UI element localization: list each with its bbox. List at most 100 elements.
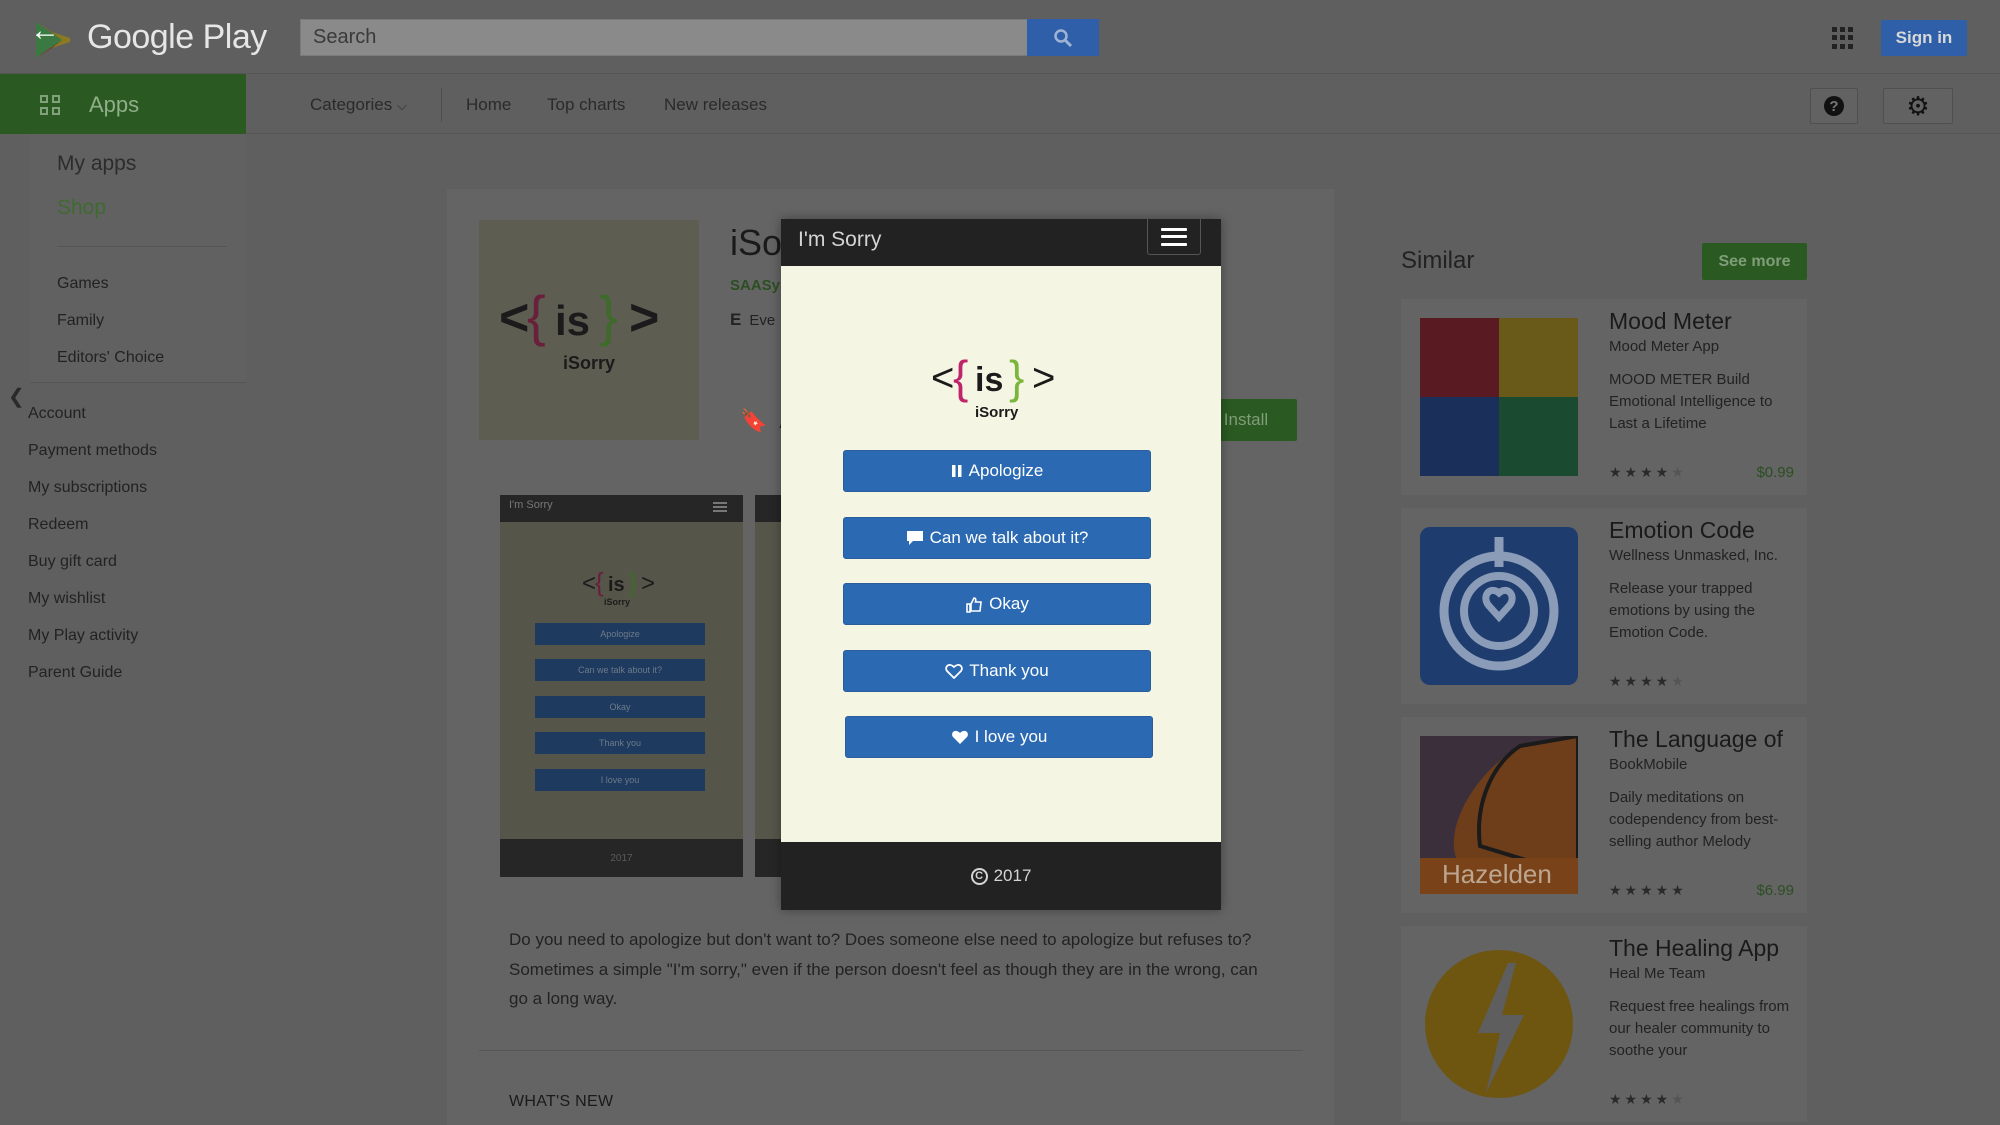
svg-text:<: < bbox=[582, 570, 596, 597]
sidebar-item-parent-guide[interactable]: Parent Guide bbox=[28, 664, 122, 682]
chevron-left-icon[interactable]: ❮ bbox=[8, 384, 25, 409]
okay-label: Okay bbox=[989, 594, 1029, 613]
similar-app-card[interactable]: Mood Meter Mood Meter App MOOD METER Bui… bbox=[1401, 299, 1807, 495]
sidebar-my-apps[interactable]: My apps bbox=[57, 152, 136, 176]
similar-app-card[interactable]: Hazelden The Language of BookMobile Dail… bbox=[1401, 717, 1807, 913]
isorry-logo-icon: < { is } > iSorry bbox=[582, 567, 655, 607]
talk-about-it-button[interactable]: Can we talk about it? bbox=[843, 517, 1151, 559]
copyright-year: 2017 bbox=[993, 866, 1032, 885]
similar-app-description: MOOD METER Build Emotional Intelligence … bbox=[1609, 371, 1773, 432]
thumbnail-label: Hazelden bbox=[1442, 859, 1552, 889]
bookmark-icon: 🔖 bbox=[740, 408, 768, 433]
nav-top-charts[interactable]: Top charts bbox=[547, 95, 625, 115]
google-play-wordmark[interactable]: Google Play bbox=[87, 18, 267, 57]
hamburger-menu-button[interactable] bbox=[1147, 219, 1201, 255]
similar-app-description: Daily meditations on codependency from b… bbox=[1609, 789, 1779, 850]
sidebar-shop[interactable]: Shop bbox=[57, 196, 106, 220]
comment-icon bbox=[906, 530, 924, 546]
thank-you-label: Thank you bbox=[969, 661, 1049, 680]
similar-app-name: The Healing App bbox=[1609, 935, 1780, 961]
screenshot-button: Can we talk about it? bbox=[535, 659, 705, 681]
heart-outline-icon bbox=[945, 663, 964, 679]
modal-logo-label: iSorry bbox=[975, 404, 1019, 421]
sidebar-item-buy-gift-card[interactable]: Buy gift card bbox=[28, 553, 117, 571]
app-icon-label: iSorry bbox=[562, 352, 616, 373]
app-developer[interactable]: SAASy bbox=[730, 277, 780, 294]
similar-app-name: Emotion Code bbox=[1609, 517, 1755, 543]
modal-title: I'm Sorry bbox=[798, 228, 882, 251]
thumbs-up-icon bbox=[965, 596, 983, 613]
whats-new-heading: WHAT'S NEW bbox=[509, 1093, 614, 1110]
similar-app-name: Mood Meter bbox=[1609, 308, 1732, 334]
heart-icon bbox=[951, 729, 969, 745]
similar-app-price: $0.99 bbox=[1756, 464, 1794, 481]
copyright-icon: C bbox=[970, 867, 988, 885]
healing-app-thumbnail bbox=[1420, 945, 1578, 1103]
screenshot-button: Okay bbox=[535, 696, 705, 718]
sidebar-item-editors-choice[interactable]: Editors' Choice bbox=[57, 349, 164, 367]
sidebar-item-redeem[interactable]: Redeem bbox=[28, 516, 88, 534]
star-rating: ★★★★★ bbox=[1609, 464, 1687, 480]
similar-heading: Similar bbox=[1401, 247, 1475, 274]
star-rating: ★★★★★ bbox=[1609, 1091, 1687, 1107]
similar-app-description: Request free healings from our healer co… bbox=[1609, 998, 1790, 1059]
svg-text:}: } bbox=[1009, 351, 1024, 403]
sidebar-divider bbox=[57, 246, 227, 247]
svg-text:>: > bbox=[629, 289, 659, 347]
talk-about-it-label: Can we talk about it? bbox=[929, 528, 1089, 547]
apps-tab-label: Apps bbox=[89, 92, 140, 117]
screenshot-button: Apologize bbox=[535, 623, 705, 645]
svg-text:{: { bbox=[595, 567, 604, 597]
i-love-you-label: I love you bbox=[974, 727, 1048, 746]
isorry-logo-icon: < { is } > iSorry bbox=[931, 351, 1055, 421]
star-rating: ★★★★★ bbox=[1609, 673, 1687, 689]
similar-app-card[interactable]: Emotion Code Wellness Unmasked, Inc. Rel… bbox=[1401, 508, 1807, 704]
nav-home[interactable]: Home bbox=[466, 95, 511, 115]
sidebar-item-family[interactable]: Family bbox=[57, 312, 104, 330]
nav-new-releases[interactable]: New releases bbox=[664, 95, 767, 115]
sidebar-item-account[interactable]: Account bbox=[28, 405, 86, 423]
apologize-label: Apologize bbox=[968, 461, 1044, 480]
chevron-down-icon: ⌵ bbox=[396, 98, 407, 113]
sub-navigation: Categories ⌵ Home Top charts New release… bbox=[246, 74, 2000, 134]
settings-button[interactable]: ⚙ bbox=[1883, 88, 1953, 124]
svg-text:is: is bbox=[608, 574, 625, 596]
apps-tab[interactable]: Apps bbox=[0, 74, 246, 134]
screenshot-footer: 2017 bbox=[500, 839, 743, 877]
google-apps-grid-icon[interactable] bbox=[1832, 27, 1854, 49]
content-rating: E Eve bbox=[730, 310, 775, 330]
menu-icon bbox=[713, 502, 727, 512]
categories-dropdown[interactable]: Categories ⌵ bbox=[310, 95, 407, 115]
search-button[interactable] bbox=[1027, 19, 1099, 56]
apologize-button[interactable]: Apologize bbox=[843, 450, 1151, 492]
okay-button[interactable]: Okay bbox=[843, 583, 1151, 625]
thank-you-button[interactable]: Thank you bbox=[843, 650, 1151, 692]
similar-app-name: The Language of bbox=[1609, 726, 1783, 752]
svg-text:>: > bbox=[1032, 356, 1055, 400]
sidebar-item-my-subscriptions[interactable]: My subscriptions bbox=[28, 479, 147, 497]
back-arrow-icon[interactable]: ← bbox=[30, 16, 62, 46]
app-description: Do you need to apologize but don't want … bbox=[509, 930, 1258, 1008]
content-rating-label: Eve bbox=[749, 312, 776, 329]
sign-in-button[interactable]: Sign in bbox=[1881, 20, 1967, 56]
svg-text:{: { bbox=[953, 351, 968, 403]
svg-text:>: > bbox=[641, 570, 655, 597]
svg-text:is: is bbox=[975, 361, 1003, 399]
svg-text:}: } bbox=[628, 567, 637, 597]
app-screenshot[interactable]: I'm Sorry < { is } > iSorry Apologize Ca… bbox=[500, 495, 743, 877]
sidebar-item-payment-methods[interactable]: Payment methods bbox=[28, 442, 157, 460]
sidebar-item-my-wishlist[interactable]: My wishlist bbox=[28, 590, 105, 608]
similar-app-card[interactable]: The Healing App Heal Me Team Request fre… bbox=[1401, 926, 1807, 1122]
i-love-you-button[interactable]: I love you bbox=[845, 716, 1153, 758]
search-input[interactable] bbox=[301, 20, 1027, 55]
section-divider bbox=[479, 1050, 1303, 1051]
sidebar-item-my-play-activity[interactable]: My Play activity bbox=[28, 627, 138, 645]
screenshot-lightbox: I'm Sorry < { is } > iSorry Apologize Ca… bbox=[781, 219, 1221, 910]
gear-icon: ⚙ bbox=[1906, 90, 1930, 121]
see-more-button[interactable]: See more bbox=[1702, 243, 1807, 280]
sidebar-item-games[interactable]: Games bbox=[57, 275, 109, 293]
search-box[interactable] bbox=[300, 19, 1028, 56]
help-icon: ? bbox=[1824, 96, 1844, 116]
help-button[interactable]: ? bbox=[1810, 88, 1858, 124]
mood-meter-thumbnail bbox=[1420, 318, 1578, 476]
